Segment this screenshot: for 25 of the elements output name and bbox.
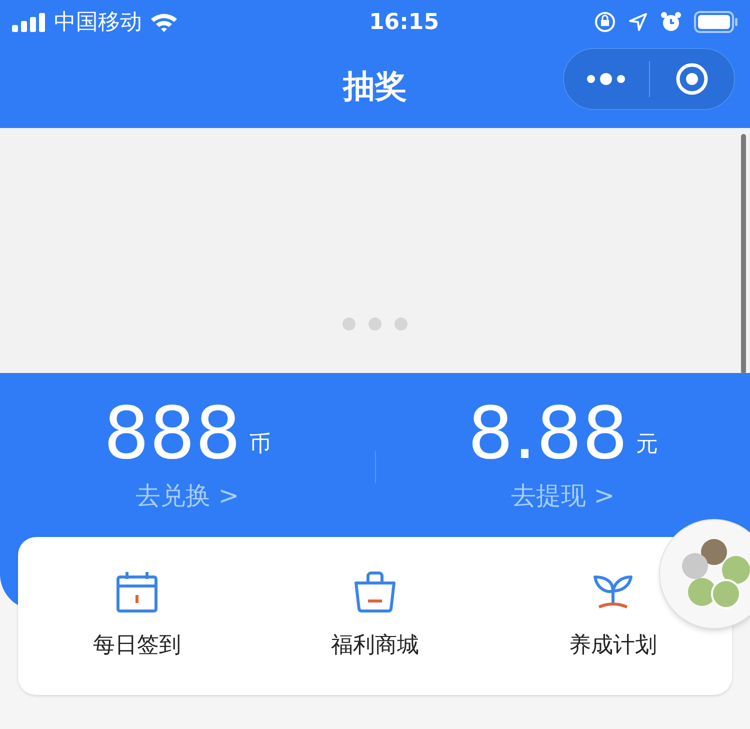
balance-amount: 8.88 (468, 393, 628, 473)
shortcut-item[interactable]: 每日签到 (93, 570, 181, 662)
loading-dots-icon (342, 317, 408, 331)
unit-label: 币 (248, 431, 271, 459)
shortcut-label: 福利商城 (331, 632, 419, 660)
more-icon (586, 72, 626, 86)
carrier-name: 中国移动 (54, 8, 142, 36)
calendar-icon (116, 570, 158, 612)
clock-time: 16:15 (368, 8, 440, 36)
page-title: 抽奖 (343, 66, 407, 107)
shortcut-label: 养成计划 (569, 632, 657, 660)
balance-amount: 888 (104, 393, 241, 473)
wifi-icon (150, 11, 178, 33)
petal-logo-icon (680, 538, 750, 610)
shortcut-label: 每日签到 (93, 632, 181, 660)
shortcut-item[interactable]: 福利商城 (331, 570, 419, 662)
location-arrow-icon (628, 12, 648, 32)
unit-label: 元 (636, 431, 658, 459)
shopping-bag-icon (353, 570, 397, 612)
signal-icon (12, 12, 46, 32)
shortcut-item[interactable]: 养成计划 (569, 570, 657, 662)
target-icon (674, 62, 709, 96)
alarm-clock-icon (660, 11, 682, 33)
battery-icon (694, 11, 738, 33)
rotation-lock-icon (594, 11, 616, 33)
